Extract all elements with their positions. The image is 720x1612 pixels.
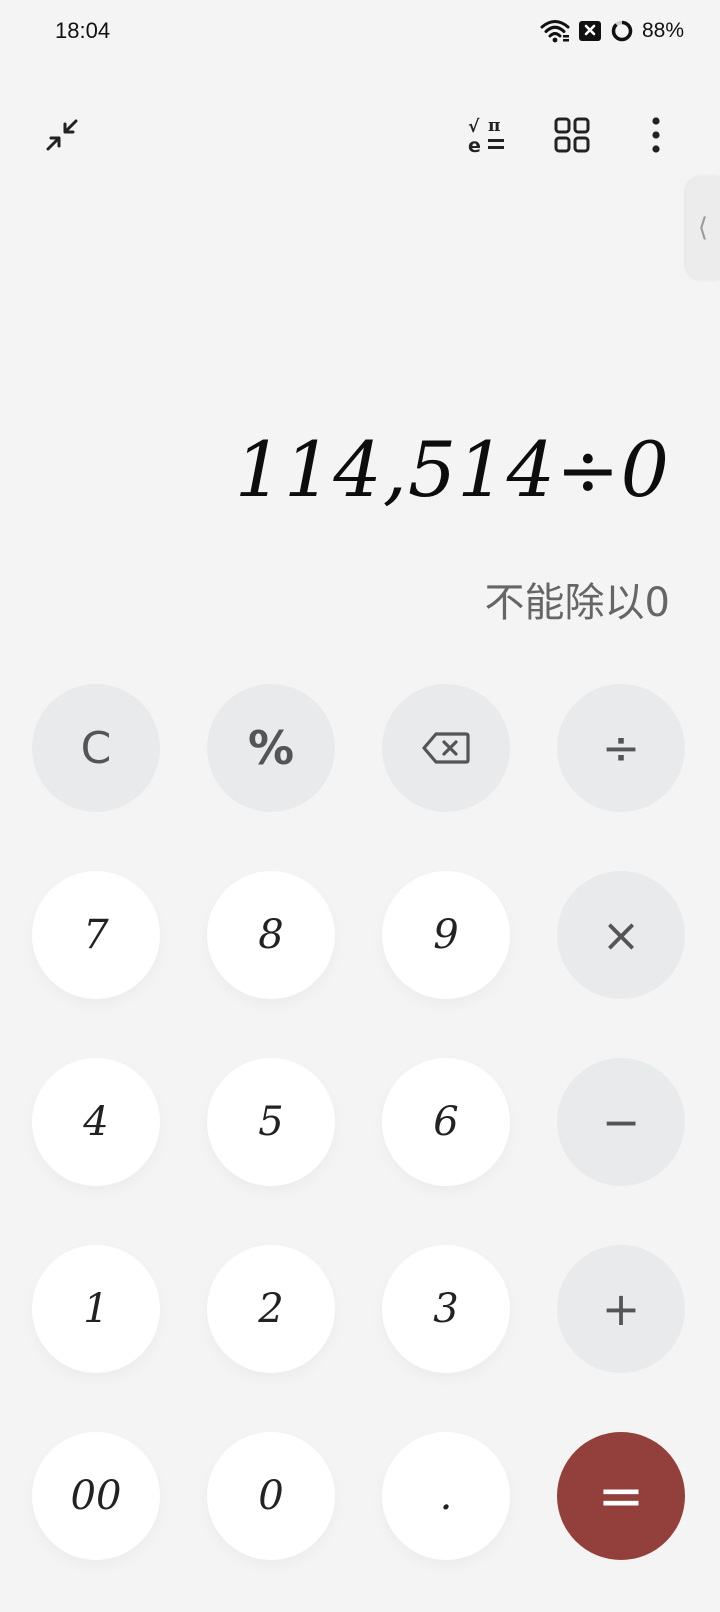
- equals-label: =: [597, 1463, 645, 1529]
- expression-display: 114,514÷0: [234, 425, 670, 514]
- digit-9-button[interactable]: 9: [382, 871, 510, 999]
- digit-8-label: 8: [258, 912, 284, 958]
- digit-3-button[interactable]: 3: [382, 1245, 510, 1373]
- digit-1-button[interactable]: 1: [32, 1245, 160, 1373]
- minus-button[interactable]: −: [557, 1058, 685, 1186]
- status-time: 18:04: [55, 18, 111, 43]
- svg-text:e: e: [468, 135, 481, 157]
- status-icons: 88%: [540, 16, 684, 46]
- multiply-label: ×: [601, 908, 641, 962]
- clear-button[interactable]: C: [32, 684, 160, 812]
- digit-7-button[interactable]: 7: [32, 871, 160, 999]
- equals-button[interactable]: =: [557, 1432, 685, 1560]
- scientific-mode-icon[interactable]: √ π e: [460, 107, 516, 163]
- digit-0-label: 0: [258, 1473, 284, 1519]
- minus-label: −: [601, 1095, 641, 1149]
- digit-1-label: 1: [83, 1286, 109, 1332]
- battery-percentage: 88%: [641, 19, 684, 42]
- divide-label: ÷: [601, 721, 641, 775]
- digit-6-button[interactable]: 6: [382, 1058, 510, 1186]
- digit-6-label: 6: [433, 1099, 459, 1145]
- side-panel-handle[interactable]: ⟨: [686, 176, 720, 280]
- more-options-icon[interactable]: [628, 107, 684, 163]
- decimal-button[interactable]: .: [382, 1432, 510, 1560]
- clear-label: C: [80, 722, 112, 774]
- digit-7-label: 7: [83, 912, 109, 958]
- digit-3-label: 3: [433, 1286, 459, 1332]
- double-zero-label: 00: [70, 1473, 122, 1519]
- keypad: C % ÷ 7 8 9 × 4 5 6 − 1 2 3 + 00 0 . =: [32, 684, 685, 1560]
- svg-text:π: π: [488, 116, 500, 136]
- wifi-icon: [540, 20, 570, 43]
- digit-5-button[interactable]: 5: [207, 1058, 335, 1186]
- collapse-icon[interactable]: [34, 107, 90, 163]
- decimal-label: .: [439, 1473, 453, 1519]
- backspace-icon: [422, 732, 470, 764]
- divide-button[interactable]: ÷: [557, 684, 685, 812]
- digit-4-button[interactable]: 4: [32, 1058, 160, 1186]
- backspace-button[interactable]: [382, 684, 510, 812]
- digit-0-button[interactable]: 0: [207, 1432, 335, 1560]
- percent-button[interactable]: %: [207, 684, 335, 812]
- battery-ring-icon: [611, 20, 633, 42]
- result-display: 不能除以0: [484, 580, 670, 626]
- percent-label: %: [247, 721, 295, 775]
- chevron-left-icon: ⟨: [697, 213, 709, 243]
- double-zero-button[interactable]: 00: [32, 1432, 160, 1560]
- digit-2-label: 2: [258, 1286, 284, 1332]
- svg-text:√: √: [468, 117, 480, 137]
- grid-icon[interactable]: [544, 107, 600, 163]
- multiply-button[interactable]: ×: [557, 871, 685, 999]
- plus-label: +: [601, 1282, 641, 1336]
- digit-2-button[interactable]: 2: [207, 1245, 335, 1373]
- digit-8-button[interactable]: 8: [207, 871, 335, 999]
- sim-no-signal-icon: [578, 21, 601, 41]
- digit-5-label: 5: [258, 1099, 284, 1145]
- digit-4-label: 4: [83, 1099, 109, 1145]
- plus-button[interactable]: +: [557, 1245, 685, 1373]
- status-bar: 18:04 88%: [0, 0, 720, 64]
- digit-9-label: 9: [433, 912, 459, 958]
